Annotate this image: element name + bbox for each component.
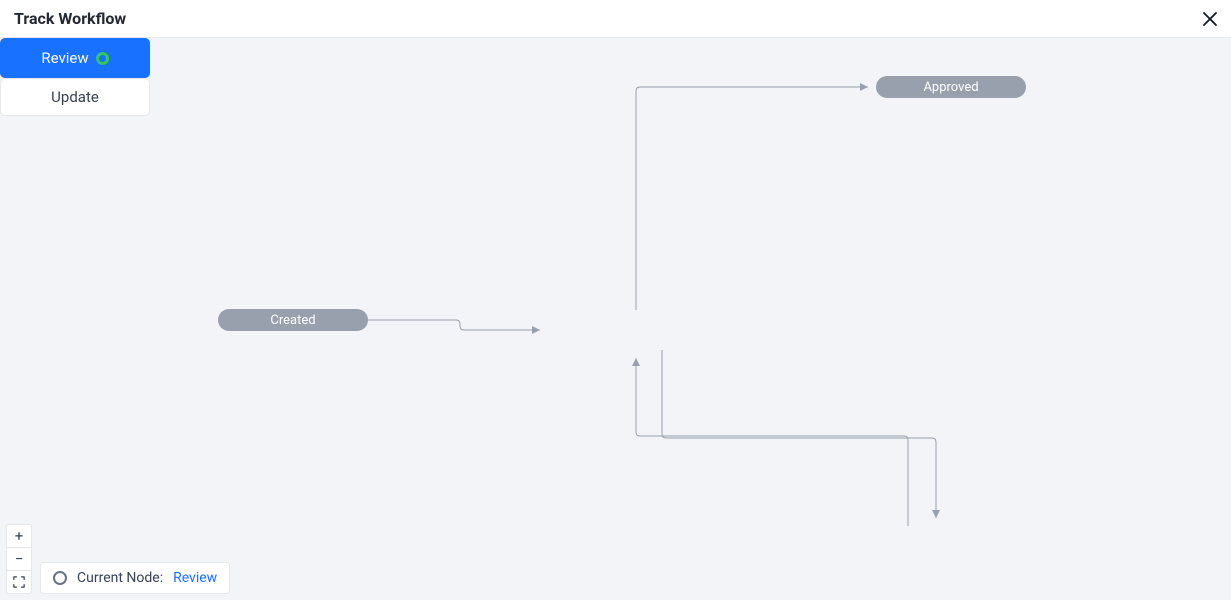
current-node-label: Current Node: bbox=[77, 570, 163, 586]
close-button[interactable] bbox=[1201, 10, 1219, 28]
workflow-canvas[interactable]: Created Approved Review Update + − Curre… bbox=[0, 38, 1231, 600]
node-approved-label: Approved bbox=[923, 80, 978, 95]
node-review-label: Review bbox=[41, 49, 88, 67]
node-created-label: Created bbox=[270, 313, 315, 328]
node-update[interactable]: Update bbox=[0, 78, 150, 116]
zoom-fit-button[interactable] bbox=[7, 570, 31, 593]
node-created[interactable]: Created bbox=[218, 309, 368, 331]
node-approved[interactable]: Approved bbox=[876, 76, 1026, 98]
close-icon bbox=[1202, 11, 1218, 27]
minus-icon: − bbox=[15, 550, 24, 568]
ring-icon bbox=[53, 571, 67, 585]
fullscreen-icon bbox=[13, 576, 25, 588]
current-node-marker-icon bbox=[96, 52, 109, 65]
connector-overlay bbox=[0, 38, 1231, 600]
zoom-in-button[interactable]: + bbox=[7, 525, 31, 547]
zoom-out-button[interactable]: − bbox=[7, 547, 31, 570]
modal-header: Track Workflow bbox=[0, 0, 1231, 38]
zoom-controls: + − bbox=[6, 524, 32, 594]
node-review[interactable]: Review bbox=[0, 38, 150, 78]
plus-icon: + bbox=[15, 527, 24, 545]
modal-title: Track Workflow bbox=[14, 9, 126, 28]
node-update-label: Update bbox=[51, 88, 99, 106]
current-node-value[interactable]: Review bbox=[173, 570, 217, 586]
current-node-status: Current Node: Review bbox=[40, 562, 230, 594]
